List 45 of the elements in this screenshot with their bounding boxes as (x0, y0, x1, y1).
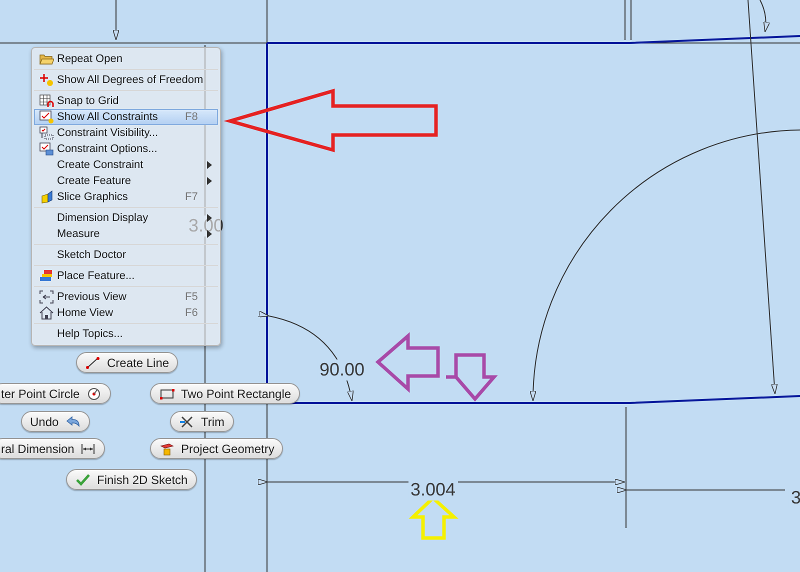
sketch-command-button[interactable]: Trim (170, 411, 234, 432)
line-icon (85, 356, 101, 370)
menu-item[interactable]: Repeat Open (34, 51, 218, 67)
dimension-value: 3.004 (408, 480, 458, 500)
menu-item[interactable]: Slice Graphics F7 (34, 189, 218, 205)
sketch-command-button[interactable]: Undo (21, 411, 90, 432)
cross-icon (38, 73, 54, 87)
arrow-annotation (375, 332, 440, 393)
constraint-check-icon (38, 110, 54, 124)
leader-line (112, 0, 120, 40)
dimension-icon (80, 442, 96, 456)
sketch-command-button[interactable]: Create Line (76, 352, 178, 373)
sketch-command-button[interactable]: ral Dimension (0, 438, 106, 459)
menu-item[interactable]: Create Constraint (34, 157, 218, 173)
sketch-command-button[interactable]: ter Point Circle (0, 383, 111, 404)
house-icon (38, 306, 54, 320)
menu-item[interactable]: Help Topics... (34, 326, 218, 342)
undo-arrow-icon (64, 414, 81, 428)
menu-item[interactable]: Previous View F5 (34, 289, 218, 305)
dimension-value: 90.00 (317, 360, 367, 380)
dashed-arrow-icon (38, 290, 54, 304)
menu-item[interactable]: Show All Degrees of Freedom (34, 72, 218, 88)
menu-item[interactable]: Place Feature... (34, 268, 218, 284)
menu-item[interactable]: Create Feature (34, 173, 218, 189)
arrow-annotation (444, 353, 498, 402)
menu-item[interactable]: Home View F6 (34, 305, 218, 321)
constraint-visibility-icon (38, 126, 54, 140)
folder-icon (38, 52, 54, 66)
menu-item[interactable]: Constraint Visibility... (34, 125, 218, 141)
box-slice-icon (38, 190, 54, 204)
grid-icon (38, 94, 54, 108)
constraint-options-icon (38, 142, 54, 156)
checkmark-icon (75, 472, 91, 486)
project-geometry-icon (159, 442, 175, 456)
stacked-layers-icon (38, 269, 54, 283)
menu-item[interactable]: Snap to Grid (34, 93, 218, 109)
sketch-command-button[interactable]: Finish 2D Sketch (66, 469, 197, 490)
menu-item[interactable]: Constraint Options... (34, 141, 218, 157)
menu-item[interactable]: Sketch Doctor (34, 247, 218, 263)
scissors-icon (179, 414, 195, 428)
sketch-command-button[interactable]: Two Point Rectangle (150, 383, 300, 404)
circle-point-icon (86, 386, 102, 400)
sketch-command-button[interactable]: Project Geometry (150, 438, 284, 459)
menu-item[interactable]: Show All Constraints F8 (34, 109, 218, 125)
rectangle-icon (159, 386, 175, 400)
